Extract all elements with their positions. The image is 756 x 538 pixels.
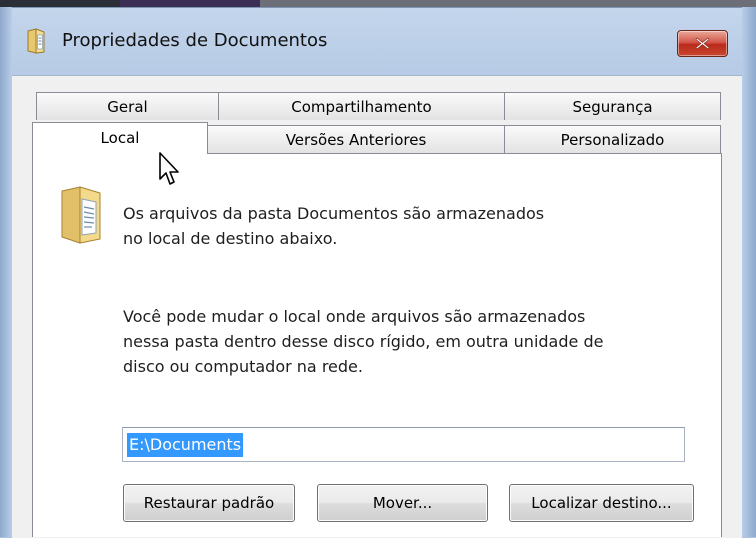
background-window-strip [0, 0, 756, 7]
tab-local[interactable]: Local [32, 122, 208, 154]
mouse-pointer-icon [158, 151, 182, 191]
documents-folder-icon [58, 185, 104, 249]
info-line-2: nessa pasta dentro desse disco rígido, e… [123, 332, 604, 351]
restore-default-button[interactable]: Restaurar padrão [123, 484, 295, 522]
info-line-3: disco ou computador na rede. [123, 357, 363, 376]
tab-geral[interactable]: Geral [36, 92, 219, 120]
info-line-1: Você pode mudar o local onde arquivos sã… [123, 307, 586, 326]
window-title: Propriedades de Documentos [62, 30, 328, 51]
location-path-value: E:\Documents [127, 433, 244, 457]
close-button[interactable] [677, 30, 728, 57]
window-frame-left [0, 7, 12, 537]
title-bar[interactable]: Propriedades de Documentos [20, 24, 740, 64]
intro-line-2: no local de destino abaixo. [123, 229, 338, 248]
move-button[interactable]: Mover... [317, 484, 488, 522]
window-frame-right [742, 7, 756, 537]
tab-versoes-anteriores[interactable]: Versões Anteriores [207, 125, 505, 153]
location-path-input[interactable]: E:\Documents [122, 427, 685, 462]
intro-text: Os arquivos da pasta Documentos são arma… [123, 201, 544, 251]
find-target-button[interactable]: Localizar destino... [509, 484, 694, 522]
tab-compartilhamento[interactable]: Compartilhamento [218, 92, 505, 120]
folder-properties-icon [26, 28, 48, 54]
info-text: Você pode mudar o local onde arquivos sã… [123, 304, 603, 379]
tab-personalizado[interactable]: Personalizado [504, 125, 721, 153]
tab-seguranca[interactable]: Segurança [504, 92, 721, 120]
intro-line-1: Os arquivos da pasta Documentos são arma… [123, 204, 545, 223]
